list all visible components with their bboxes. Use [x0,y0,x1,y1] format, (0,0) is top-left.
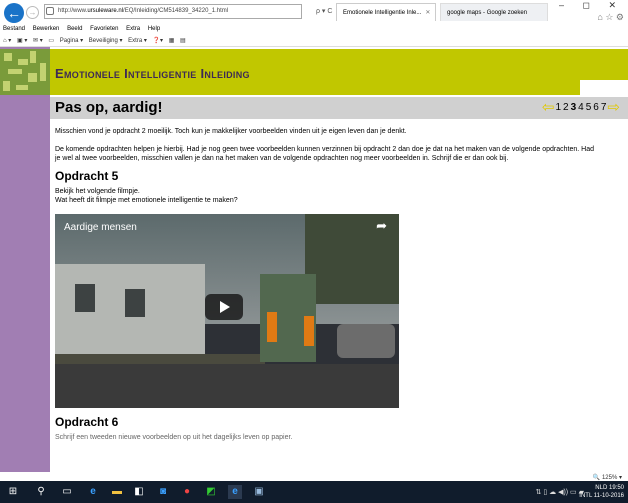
start-icon[interactable]: ⊞ [6,485,20,499]
close-tab-icon[interactable]: ✕ [425,10,430,16]
site-logo [0,49,50,95]
page-icon [46,7,54,15]
page-link-7[interactable]: 7 [601,101,607,115]
sidebar-stripe [0,47,50,472]
task-view-icon[interactable]: ▭ [60,485,74,499]
page-link-5[interactable]: 5 [586,101,592,115]
outlook-icon[interactable]: ◙ [156,485,170,499]
next-arrow-icon[interactable]: ⇨ [607,100,620,115]
video-title[interactable]: Aardige mensen [64,223,137,233]
remote-desktop-icon[interactable]: ▣ [252,485,266,499]
page-link-6[interactable]: 6 [593,101,599,115]
store-icon[interactable]: ◧ [132,485,146,499]
menu-bestand[interactable]: Bestand [3,26,25,32]
onenote-icon[interactable]: ▤ [180,38,186,44]
tools-menu[interactable]: Extra ▾ [128,38,147,44]
tab-label: google maps - Google zoeken [447,10,528,16]
command-bar: ⌂ ▾ ▣ ▾ ✉ ▾ ▭ Pagina ▾ Beveiliging ▾ Ext… [0,35,628,47]
assignment-text-line: Bekijk het volgende filmpje. [55,188,140,195]
play-button[interactable] [205,294,243,320]
print-icon[interactable]: ▭ [48,38,54,44]
site-banner: Emotionele Intelligentie Inleiding [50,49,628,95]
address-controls[interactable]: ρ ▾ C [316,7,332,15]
window-controls[interactable]: – ◻ ✕ [559,0,624,11]
instruction-paragraph: De komende opdrachten helpen je hierbij.… [55,146,594,162]
web-page: Emotionele Intelligentie Inleiding Pas o… [0,47,628,472]
page-link-3-current: 3 [570,102,577,113]
search-icon[interactable]: ⚲ [34,485,48,499]
menu-extra[interactable]: Extra [126,26,140,32]
page-title: Pas op, aardig! [55,99,163,116]
toolbar-icons[interactable]: ⌂ ☆ ⚙ [597,12,624,23]
language-indicator-bottom: INTL [579,493,593,499]
tab-google-maps[interactable]: google maps - Google zoeken [440,3,548,21]
title-bar: ← → http://www.ursuleware.nl/EQ/Inleidin… [0,0,628,24]
security-menu[interactable]: Beveiliging ▾ [89,38,123,44]
url-prefix: http://www. [58,8,88,14]
page-link-2[interactable]: 2 [563,101,569,115]
share-icon[interactable]: ➦ [376,219,387,232]
edge-icon[interactable]: e [86,485,100,499]
language-indicator-top: NLD [595,485,608,491]
home-icon[interactable]: ⌂ ▾ [3,38,11,44]
taskbar: ⊞ ⚲ ▭ e ▬ ◧ ◙ ● ◩ e ▣ ⇅ ▯ ☁ ◀)) ▭ ▰ NLD … [0,481,628,503]
intro-paragraph: Misschien vond je opdracht 2 moeilijk. T… [55,128,407,135]
system-tray-clock[interactable]: NLD 19:50 INTL 11-10-2016 [579,484,624,500]
back-button[interactable]: ← [4,3,24,23]
menu-bewerken[interactable]: Bewerken [33,26,60,32]
feeds-icon[interactable]: ▣ ▾ [17,38,27,44]
chrome-icon[interactable]: ● [180,485,194,499]
main-content: Misschien vond je opdracht 2 moeilijk. T… [55,127,600,441]
internet-explorer-icon[interactable]: e [228,485,242,499]
zoom-level[interactable]: 🔍 125% ▾ [593,474,622,481]
tab-label: Emotionele Intelligentie Inle... [343,10,422,16]
url-domain: ursuleware.nl [87,8,124,14]
tray-icons[interactable]: ⇅ ▯ ☁ ◀)) ▭ ▰ [536,488,584,496]
address-bar[interactable]: http://www.ursuleware.nl/EQ/Inleiding/CM… [44,4,302,19]
heading-opdracht-6: Opdracht 6 [55,415,119,429]
tab-emotionele-intelligentie[interactable]: Emotionele Intelligentie Inle... ✕ [336,3,436,21]
research-icon[interactable]: ▦ [169,38,175,44]
pager: ⇦ 1 2 3 4 5 6 7 ⇨ [542,100,620,115]
page-menu[interactable]: Pagina ▾ [60,38,83,44]
app-icon[interactable]: ◩ [204,485,218,499]
banner-notch [580,80,628,95]
video-player[interactable]: Aardige mensen ➦ [55,214,399,408]
forward-button[interactable]: → [26,6,39,19]
clock-time: 19:50 [608,485,624,491]
mail-icon[interactable]: ✉ ▾ [33,38,43,44]
url-path: /EQ/Inleiding/CM514839_34220_1.html [123,8,229,14]
clock-date: 11-10-2016 [593,493,624,499]
page-link-1[interactable]: 1 [555,101,561,115]
title-strip: Pas op, aardig! ⇦ 1 2 3 4 5 6 7 ⇨ [50,97,628,119]
heading-opdracht-5: Opdracht 5 [55,169,119,183]
page-link-4[interactable]: 4 [578,101,584,115]
menu-favorieten[interactable]: Favorieten [90,26,118,32]
help-icon[interactable]: ❓▾ [153,38,163,44]
browser-window: ← → http://www.ursuleware.nl/EQ/Inleidin… [0,0,628,503]
prev-arrow-icon[interactable]: ⇦ [542,100,555,115]
menu-help[interactable]: Help [148,26,160,32]
assignment-question-line: Wat heeft dit filmpje met emotionele int… [55,197,238,204]
menu-beeld[interactable]: Beeld [67,26,82,32]
cut-off-paragraph: Schrijf een tweeden nieuwe voorbeelden o… [55,434,293,441]
file-explorer-icon[interactable]: ▬ [110,485,124,499]
banner-title: Emotionele Intelligentie Inleiding [55,66,250,81]
menu-bar: Bestand Bewerken Beeld Favorieten Extra … [0,24,628,35]
